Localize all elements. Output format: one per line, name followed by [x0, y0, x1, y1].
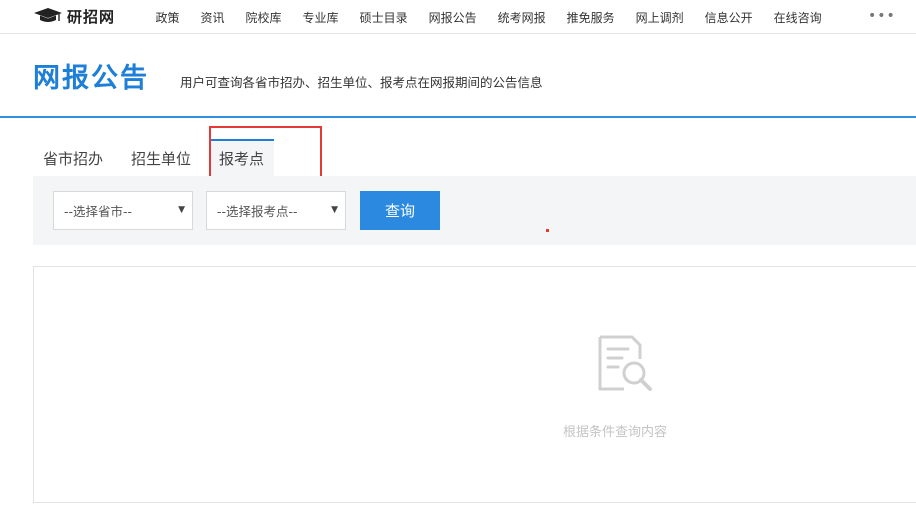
tab-provincial-office[interactable]: 省市招办 — [33, 148, 113, 176]
nav-item-adjustment[interactable]: 网上调剂 — [636, 9, 684, 26]
nav-item-majors[interactable]: 专业库 — [303, 9, 339, 26]
nav-item-exam-registration[interactable]: 统考网报 — [498, 9, 546, 26]
nav-item-disclosure[interactable]: 信息公开 — [705, 9, 753, 26]
page-header: 网报公告 用户可查询各省市招办、招生单位、报考点在网报期间的公告信息 — [0, 34, 916, 118]
graduation-cap-icon — [34, 8, 62, 22]
empty-state-text: 根据条件查询内容 — [563, 425, 668, 440]
exam-site-select[interactable]: --选择报考点-- ▼ — [206, 191, 346, 230]
stray-marker — [546, 229, 549, 232]
category-tabs: 省市招办 招生单位 报考点 — [33, 138, 282, 176]
exam-site-select-value: --选择报考点-- — [217, 204, 298, 219]
chevron-down-icon: ▼ — [178, 205, 185, 215]
brand-logo[interactable]: 研招网 — [33, 4, 115, 28]
nav-item-recommendation[interactable]: 推免服务 — [567, 9, 615, 26]
more-menu-icon[interactable]: ••• — [868, 8, 896, 24]
tab-exam-site[interactable]: 报考点 — [209, 139, 275, 176]
document-search-icon — [598, 335, 652, 391]
brand-name: 研招网 — [67, 7, 116, 26]
tab-admission-unit[interactable]: 招生单位 — [121, 148, 201, 176]
province-select[interactable]: --选择省市-- ▼ — [53, 191, 193, 230]
page-title: 网报公告 — [33, 63, 149, 94]
page-subtitle: 用户可查询各省市招办、招生单位、报考点在网报期间的公告信息 — [180, 75, 543, 90]
nav-menu: 政策 资讯 院校库 专业库 硕士目录 网报公告 统考网报 推免服务 网上调剂 信… — [145, 0, 832, 34]
nav-item-news[interactable]: 资讯 — [201, 9, 225, 26]
results-panel: 根据条件查询内容 — [33, 266, 916, 503]
top-navigation-bar: 研招网 政策 资讯 院校库 专业库 硕士目录 网报公告 统考网报 推免服务 网上… — [0, 0, 916, 34]
province-select-value: --选择省市-- — [64, 204, 133, 219]
nav-item-consult[interactable]: 在线咨询 — [774, 9, 822, 26]
nav-item-schools[interactable]: 院校库 — [246, 9, 282, 26]
chevron-down-icon: ▼ — [331, 205, 338, 215]
nav-item-registration-notice[interactable]: 网报公告 — [429, 9, 477, 26]
nav-item-master-catalog[interactable]: 硕士目录 — [360, 9, 408, 26]
filter-bar: --选择省市-- ▼ --选择报考点-- ▼ 查询 — [33, 176, 916, 245]
query-button[interactable]: 查询 — [360, 191, 440, 230]
nav-item-policy[interactable]: 政策 — [156, 9, 180, 26]
